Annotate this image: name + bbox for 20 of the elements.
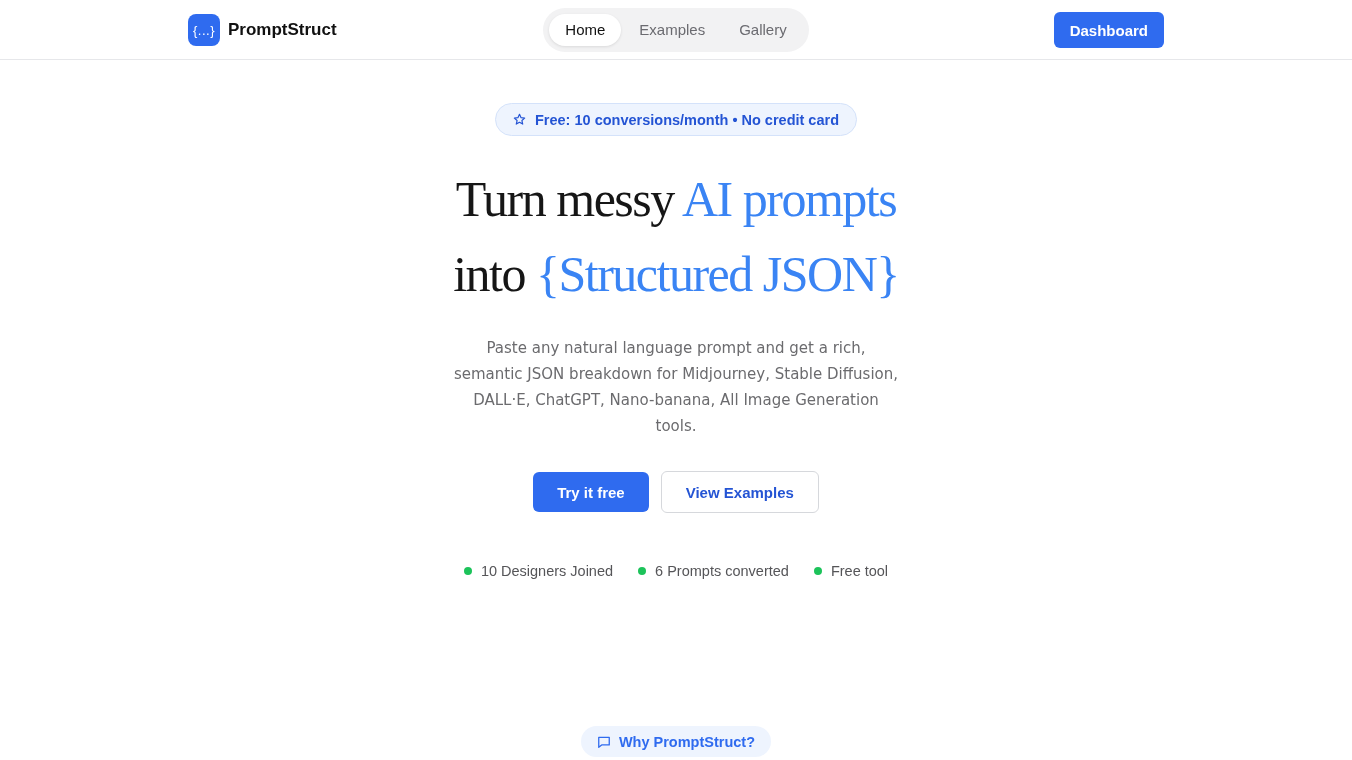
stat-text: 10 Designers Joined (480, 563, 614, 579)
headline: Turn messy AI prompts into {Structured JSON} (453, 170, 899, 304)
section-tag-text: Why PromptStruct? (618, 733, 756, 750)
nav-tab[interactable]: Home (549, 14, 622, 46)
brand-name[interactable]: PromptStruct (228, 20, 337, 40)
view-examples-button[interactable]: View Examples (660, 471, 819, 513)
hero-description: Paste any natural language prompt and get a rich, semantic JSON breakdown for Midjourney, Stable Diffusion, DALL·E, ChatGPT, Nano-banana, All Image Generation tools. (452, 338, 900, 437)
stat-text: Free tool (830, 563, 889, 579)
nav-tab[interactable]: Examples (623, 14, 722, 46)
nav-tab[interactable]: Gallery (723, 14, 803, 46)
stat-text: 6 Prompts converted (655, 563, 789, 579)
offer-text: Free: 10 conversions/month • No credit card (535, 111, 839, 128)
status-dot-icon (638, 567, 647, 575)
status-dot-icon (813, 567, 822, 575)
chat-bubble-icon (596, 734, 611, 749)
status-dot-icon (463, 567, 472, 575)
try-free-button[interactable]: Try it free (533, 472, 649, 512)
star-icon (513, 113, 526, 126)
logo-mark[interactable]: {...} (188, 14, 220, 46)
dashboard-button[interactable]: Dashboard (1053, 12, 1164, 48)
